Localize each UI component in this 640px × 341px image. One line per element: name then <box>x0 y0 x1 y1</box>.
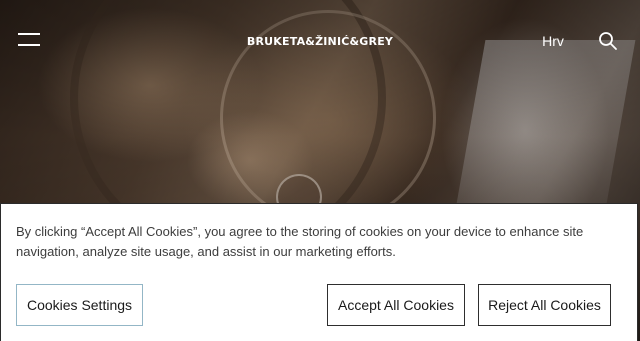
hamburger-menu-icon[interactable] <box>18 32 40 48</box>
menu-line <box>18 44 40 46</box>
menu-line <box>18 33 40 35</box>
cookie-consent-banner: By clicking “Accept All Cookies”, you ag… <box>0 203 638 341</box>
search-icon[interactable] <box>598 31 618 51</box>
cookie-consent-message: By clicking “Accept All Cookies”, you ag… <box>16 224 584 259</box>
language-switch[interactable]: Hrv <box>536 32 570 50</box>
accept-all-cookies-button[interactable]: Accept All Cookies <box>327 284 465 326</box>
reject-all-cookies-button[interactable]: Reject All Cookies <box>478 284 611 326</box>
search-icon-graphic <box>599 32 617 50</box>
cookies-settings-button[interactable]: Cookies Settings <box>16 284 143 326</box>
site-logo[interactable]: BRUKETA&ŽINIĆ&GREY <box>200 34 440 50</box>
site-header: BRUKETA&ŽINIĆ&GREY Hrv <box>0 0 640 82</box>
